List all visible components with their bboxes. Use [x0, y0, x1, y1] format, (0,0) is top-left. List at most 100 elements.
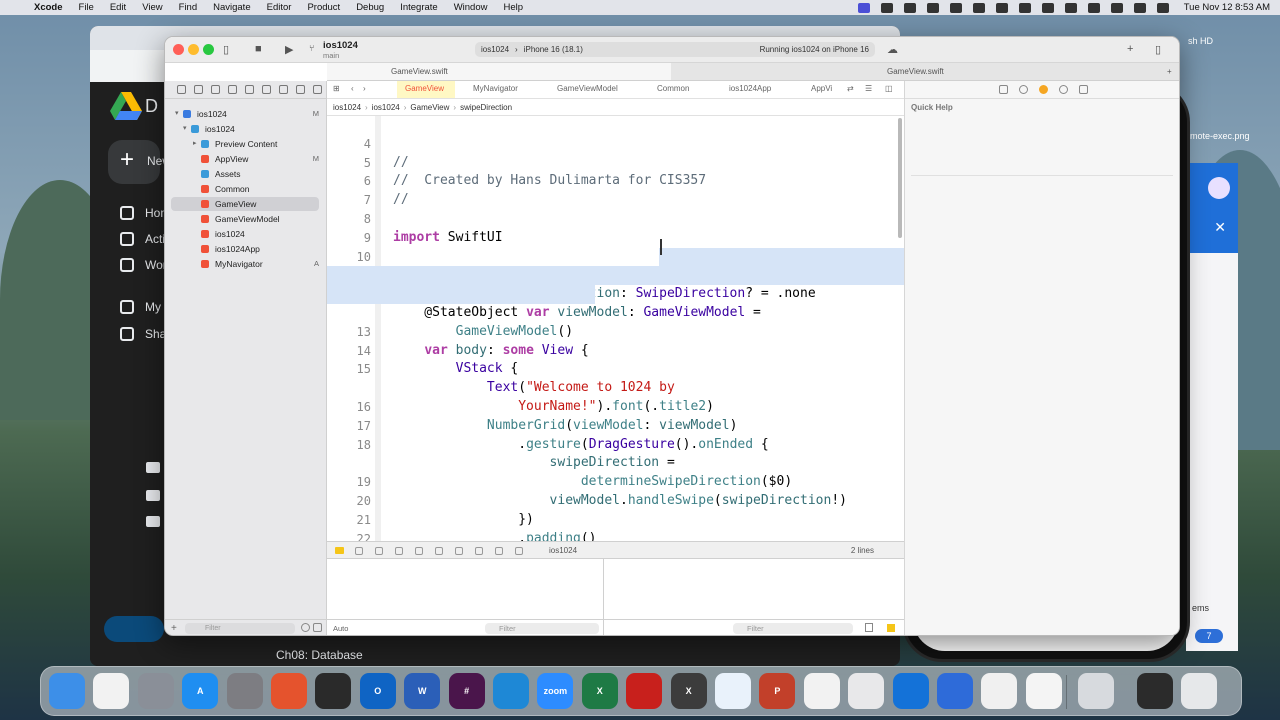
- tree-item-mynavigator[interactable]: MyNavigator A: [165, 257, 327, 271]
- cloud-icon[interactable]: ☁: [887, 43, 898, 56]
- destination-scheme[interactable]: ios1024: [481, 45, 509, 54]
- notification-badge[interactable]: 7: [1195, 629, 1223, 643]
- dock-app-system-settings[interactable]: [226, 673, 263, 709]
- dock-app-outlook[interactable]: O: [359, 673, 396, 709]
- close-window-button[interactable]: [173, 44, 184, 55]
- quick-help-icon[interactable]: [1039, 85, 1048, 94]
- layout-icon[interactable]: [887, 624, 895, 632]
- reports-icon[interactable]: [313, 85, 322, 94]
- dock-app-chrome[interactable]: [803, 673, 840, 709]
- search-icon[interactable]: [1133, 2, 1146, 13]
- minimize-window-button[interactable]: [188, 44, 199, 55]
- file-inspector-icon[interactable]: [999, 85, 1008, 94]
- tree-item-project[interactable]: ▾ ios1024 M: [165, 107, 327, 121]
- editor-options-icon[interactable]: ☰: [865, 84, 872, 93]
- folder-icon[interactable]: [146, 490, 160, 501]
- folder-icon[interactable]: [146, 516, 160, 527]
- tree-item-ios1024[interactable]: ios1024: [165, 227, 327, 241]
- drive-folder-name[interactable]: Ch08: Database: [276, 648, 363, 662]
- control-center-icon[interactable]: [1156, 2, 1169, 13]
- trash-icon[interactable]: [865, 623, 873, 632]
- dock-app-excel[interactable]: X: [581, 673, 618, 709]
- dock-app-powerpoint[interactable]: P: [759, 673, 796, 709]
- destination-device[interactable]: iPhone 16 (18.1): [524, 45, 583, 54]
- menu-help[interactable]: Help: [495, 2, 531, 13]
- environment-icon[interactable]: [495, 547, 503, 555]
- tree-item-common[interactable]: Common: [165, 182, 327, 196]
- pause-icon[interactable]: [355, 547, 363, 555]
- dock-app-finder[interactable]: [49, 673, 85, 709]
- dock-app-terminal[interactable]: [315, 673, 352, 709]
- dock-app-trash[interactable]: [1181, 673, 1217, 709]
- symbols-icon[interactable]: [211, 85, 220, 94]
- recent-files-icon[interactable]: [301, 623, 310, 632]
- history-inspector-icon[interactable]: [1019, 85, 1028, 94]
- tree-item-appview[interactable]: AppView M: [165, 152, 327, 166]
- app-icon[interactable]: [972, 2, 985, 13]
- step-in-icon[interactable]: [415, 547, 423, 555]
- adobe-icon[interactable]: [1018, 2, 1031, 13]
- menu-navigate[interactable]: Navigate: [205, 2, 259, 13]
- tree-item-gameview[interactable]: GameView: [171, 197, 319, 211]
- step-over-icon[interactable]: [395, 547, 403, 555]
- dock-app-freeform[interactable]: [93, 673, 130, 709]
- dock-app-docker[interactable]: [715, 673, 751, 709]
- screen-share-icon[interactable]: [857, 2, 870, 13]
- breadcrumb-project[interactable]: ios1024: [333, 103, 361, 112]
- console-mode-selector[interactable]: Auto: [333, 624, 348, 633]
- dock-app-word[interactable]: W: [404, 673, 441, 709]
- desktop-file-label[interactable]: mote-exec.png: [1190, 131, 1250, 141]
- tab-active[interactable]: [327, 63, 671, 80]
- breadcrumb-symbol[interactable]: swipeDirection: [460, 103, 512, 112]
- menu-view[interactable]: View: [134, 2, 170, 13]
- wifi-icon[interactable]: [1110, 2, 1123, 13]
- chevron-down-icon[interactable]: ▾: [175, 107, 179, 121]
- dock-app-simulator[interactable]: [981, 673, 1018, 709]
- chevron-right-icon[interactable]: ▸: [193, 137, 197, 151]
- add-tab-icon[interactable]: +: [1127, 43, 1133, 55]
- hide-debug-area-icon[interactable]: [335, 547, 344, 554]
- menu-integrate[interactable]: Integrate: [392, 2, 446, 13]
- menu-file[interactable]: File: [71, 2, 102, 13]
- chevron-down-icon[interactable]: ▾: [183, 122, 187, 136]
- forward-icon[interactable]: ›: [363, 84, 366, 93]
- dock-app-zoom[interactable]: zoom: [537, 673, 574, 709]
- breakpoints-icon[interactable]: [296, 85, 305, 94]
- debug-target-label[interactable]: ios1024: [549, 546, 577, 555]
- zoom-window-button[interactable]: [203, 44, 214, 55]
- filter-options-icon[interactable]: [313, 623, 322, 632]
- tree-item-ios1024app[interactable]: ios1024App: [165, 242, 327, 256]
- refresh-icon[interactable]: ⇄: [847, 84, 854, 93]
- editor-tab-gameview[interactable]: GameView: [397, 81, 455, 98]
- attributes-inspector-icon[interactable]: [1079, 85, 1088, 94]
- bolt-icon[interactable]: [1041, 2, 1054, 13]
- editor-tab-appview[interactable]: AppVi: [811, 84, 832, 93]
- menu-debug[interactable]: Debug: [348, 2, 392, 13]
- desktop-drive-label[interactable]: sh HD: [1188, 36, 1213, 46]
- editor-tab-common[interactable]: Common: [657, 84, 689, 93]
- debug-icon[interactable]: [279, 85, 288, 94]
- variables-filter-input[interactable]: Filter: [485, 623, 599, 634]
- cloud-icon[interactable]: [995, 2, 1008, 13]
- window-tab-gameview[interactable]: GameView.swift: [391, 67, 448, 76]
- share-icon[interactable]: [949, 2, 962, 13]
- source-control-icon[interactable]: [194, 85, 203, 94]
- zoom-icon[interactable]: [1064, 2, 1077, 13]
- location-icon[interactable]: [515, 547, 523, 555]
- breadcrumb-file[interactable]: GameView: [410, 103, 449, 112]
- camera-icon[interactable]: [880, 2, 893, 13]
- dock-app-app-store[interactable]: A: [182, 673, 219, 709]
- tests-icon[interactable]: [262, 85, 271, 94]
- dock-app-vs-code[interactable]: [493, 673, 529, 709]
- navigator-filter-input[interactable]: Filter: [185, 623, 295, 634]
- menu-window[interactable]: Window: [446, 2, 496, 13]
- location-icon[interactable]: [926, 2, 939, 13]
- menu-find[interactable]: Find: [171, 2, 205, 13]
- dock-app-preview[interactable]: [1025, 673, 1062, 709]
- code-editor[interactable]: 4 // 5 // Created by Hans Dulimarta for …: [327, 116, 904, 541]
- editor-tab-ios1024app[interactable]: ios1024App: [729, 84, 771, 93]
- mic-icon[interactable]: [903, 2, 916, 13]
- window-tab-gameview-2[interactable]: GameView.swift: [887, 67, 944, 76]
- continue-icon[interactable]: [375, 547, 383, 555]
- menu-edit[interactable]: Edit: [102, 2, 134, 13]
